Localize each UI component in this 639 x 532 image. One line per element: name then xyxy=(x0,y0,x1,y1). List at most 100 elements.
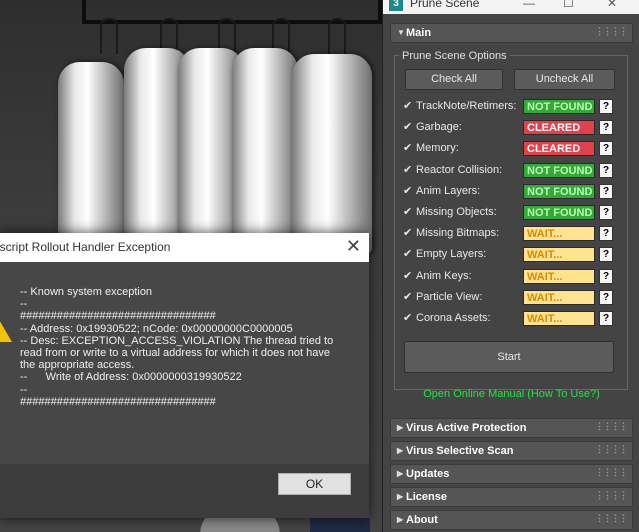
rollout-virus-active-protection[interactable]: ▶ Virus Active Protection ⋮⋮⋮⋮ xyxy=(390,418,633,438)
rollout-virus-selective-scan[interactable]: ▶ Virus Selective Scan ⋮⋮⋮⋮ xyxy=(390,441,633,461)
option-label: Empty Layers: xyxy=(416,248,487,261)
uncheck-all-button[interactable]: Uncheck All xyxy=(514,69,615,90)
shirt-model xyxy=(58,62,124,262)
help-button[interactable]: ? xyxy=(599,162,613,178)
option-checkbox[interactable]: ✔ xyxy=(403,247,416,262)
grip-icon: ⋮⋮⋮⋮ xyxy=(595,421,628,431)
rollout-updates[interactable]: ▶ Updates ⋮⋮⋮⋮ xyxy=(390,464,633,484)
option-label: Particle View: xyxy=(416,290,483,303)
status-badge: WAIT... xyxy=(523,247,595,263)
grip-icon: ⋮⋮⋮⋮ xyxy=(595,490,628,500)
option-row: ✔ Particle View: WAIT... ? xyxy=(403,289,623,307)
rollout-label: Updates xyxy=(406,468,450,480)
help-button[interactable]: ? xyxy=(599,268,613,284)
online-manual-link[interactable]: Open Online Manual (How To Use?) xyxy=(383,388,639,400)
option-label: Missing Objects: xyxy=(416,206,497,218)
ok-button[interactable]: OK xyxy=(278,473,351,495)
option-checkbox[interactable]: ✔ xyxy=(403,311,416,326)
rollout-label: Virus Selective Scan xyxy=(406,445,514,457)
option-label: Memory: xyxy=(416,142,459,155)
option-checkbox[interactable]: ✔ xyxy=(403,99,416,114)
exception-message: -- Known system exception -- ###########… xyxy=(20,286,334,408)
expand-arrow-icon: ▼ xyxy=(397,28,405,37)
status-badge: NOT FOUND xyxy=(523,99,595,114)
help-button[interactable]: ? xyxy=(599,205,613,220)
status-badge: NOT FOUND xyxy=(523,205,595,220)
close-icon[interactable]: ✕ xyxy=(346,236,361,257)
status-badge: CLEARED xyxy=(523,120,595,136)
start-button[interactable]: Start xyxy=(404,341,614,373)
help-button[interactable]: ? xyxy=(599,247,613,263)
grip-icon: ⋮⋮⋮⋮ xyxy=(595,467,628,477)
option-label: Reactor Collision: xyxy=(416,163,503,176)
warning-icon xyxy=(0,318,12,342)
option-label: Garbage: xyxy=(416,121,462,134)
option-label: Anim Keys: xyxy=(416,269,472,282)
option-checkbox[interactable]: ✔ xyxy=(403,269,416,284)
maximize-icon[interactable]: ☐ xyxy=(563,0,574,10)
help-button[interactable]: ? xyxy=(599,183,613,199)
rollout-license[interactable]: ▶ License ⋮⋮⋮⋮ xyxy=(390,487,633,507)
status-badge: WAIT... xyxy=(523,311,595,326)
option-row: ✔ Anim Layers: NOT FOUND ? xyxy=(403,183,623,201)
panel-titlebar[interactable]: 3 Prune Scene — ☐ ✕ xyxy=(383,0,639,14)
floor-object xyxy=(310,518,370,532)
option-label: Missing Bitmaps: xyxy=(416,227,500,240)
rollout-about[interactable]: ▶ About ⋮⋮⋮⋮ xyxy=(390,510,633,530)
option-row: ✔ TrackNote/Retimers: NOT FOUND ? xyxy=(403,99,623,116)
option-row: ✔ Memory: CLEARED ? xyxy=(403,141,623,158)
main-rollout-body: Prune Scene Options Check All Uncheck Al… xyxy=(390,43,633,413)
collapse-arrow-icon: ▶ xyxy=(397,492,404,501)
help-button[interactable]: ? xyxy=(599,120,613,136)
help-button[interactable]: ? xyxy=(599,289,613,305)
help-button[interactable]: ? xyxy=(599,311,613,326)
option-checkbox[interactable]: ✔ xyxy=(403,120,416,135)
dialog-body: -- Known system exception -- ###########… xyxy=(0,262,369,464)
status-badge: NOT FOUND xyxy=(523,183,595,199)
hanger-hook xyxy=(328,18,346,54)
options-group-title: Prune Scene Options xyxy=(399,50,510,62)
option-row: ✔ Corona Assets: WAIT... ? xyxy=(403,311,623,328)
option-row: ✔ Missing Bitmaps: WAIT... ? xyxy=(403,226,623,243)
check-all-button[interactable]: Check All xyxy=(405,69,503,90)
rollout-label: Virus Active Protection xyxy=(406,422,527,434)
option-label: Corona Assets: xyxy=(416,312,491,324)
dialog-title: Maxscript Rollout Handler Exception xyxy=(0,240,171,254)
status-badge: CLEARED xyxy=(523,141,595,157)
help-button[interactable]: ? xyxy=(599,226,613,242)
hanger-hook xyxy=(100,18,118,54)
option-checkbox[interactable]: ✔ xyxy=(403,184,416,199)
grip-icon: ⋮⋮⋮⋮ xyxy=(595,26,628,36)
option-row: ✔ Anim Keys: WAIT... ? xyxy=(403,268,623,286)
grip-icon: ⋮⋮⋮⋮ xyxy=(595,513,628,523)
option-checkbox[interactable]: ✔ xyxy=(403,205,416,220)
status-badge: WAIT... xyxy=(523,268,595,284)
status-badge: WAIT... xyxy=(523,289,595,305)
app-icon: 3 xyxy=(389,0,403,11)
option-row: ✔ Reactor Collision: NOT FOUND ? xyxy=(403,162,623,180)
minimize-icon[interactable]: — xyxy=(523,0,535,10)
grip-icon: ⋮⋮⋮⋮ xyxy=(595,444,628,454)
option-checkbox[interactable]: ✔ xyxy=(403,141,416,156)
collapse-arrow-icon: ▶ xyxy=(397,446,404,455)
status-badge: NOT FOUND xyxy=(523,162,595,178)
status-badge: WAIT... xyxy=(523,226,595,242)
option-row: ✔ Garbage: CLEARED ? xyxy=(403,120,623,137)
rollout-label: Main xyxy=(406,27,432,39)
shirt-model xyxy=(232,48,298,248)
rollout-label: About xyxy=(406,514,438,526)
panel-title: Prune Scene xyxy=(410,0,480,10)
rollout-main[interactable]: ▼ Main ⋮⋮⋮⋮ xyxy=(390,23,633,43)
option-checkbox[interactable]: ✔ xyxy=(403,163,416,178)
option-label: Anim Layers: xyxy=(416,184,481,197)
help-button[interactable]: ? xyxy=(599,99,613,114)
shirt-model xyxy=(292,54,372,254)
collapse-arrow-icon: ▶ xyxy=(397,423,404,432)
collapse-arrow-icon: ▶ xyxy=(397,515,404,524)
option-checkbox[interactable]: ✔ xyxy=(403,226,416,241)
collapse-arrow-icon: ▶ xyxy=(397,469,404,478)
close-icon[interactable]: ✕ xyxy=(607,0,617,10)
dialog-titlebar[interactable]: Maxscript Rollout Handler Exception ✕ xyxy=(0,233,369,262)
help-button[interactable]: ? xyxy=(599,141,613,157)
option-checkbox[interactable]: ✔ xyxy=(403,290,416,305)
